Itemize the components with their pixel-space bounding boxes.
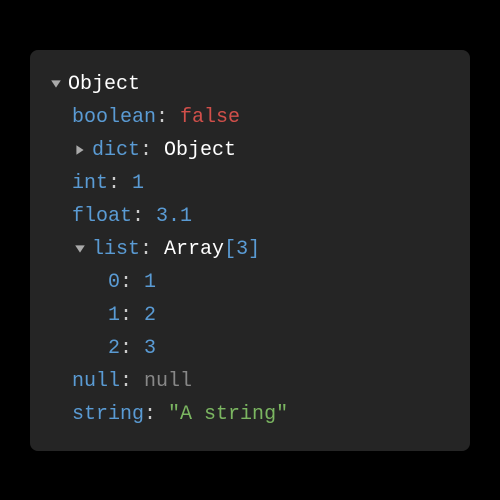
object-value: Object: [164, 134, 236, 167]
array-length: 3: [236, 233, 248, 266]
number-value: 2: [144, 299, 156, 332]
colon: :: [140, 134, 152, 167]
dict-row[interactable]: dict: Object: [48, 134, 448, 167]
chevron-down-icon[interactable]: [48, 78, 64, 90]
chevron-right-icon[interactable]: [72, 144, 88, 156]
boolean-row[interactable]: boolean: false: [48, 101, 448, 134]
property-key: dict: [92, 134, 140, 167]
property-key: string: [72, 398, 144, 431]
number-value: 1: [144, 266, 156, 299]
space: [168, 101, 180, 134]
list-item[interactable]: 2: 3: [48, 332, 448, 365]
colon: :: [140, 233, 152, 266]
space: [132, 299, 144, 332]
colon: :: [144, 398, 156, 431]
colon: :: [108, 167, 120, 200]
number-value: 3.1: [156, 200, 192, 233]
boolean-value: false: [180, 101, 240, 134]
property-key: list: [92, 233, 140, 266]
number-value: 1: [132, 167, 144, 200]
space: [156, 398, 168, 431]
colon: :: [120, 332, 132, 365]
space: [152, 134, 164, 167]
space: [132, 266, 144, 299]
json-viewer: Object boolean: false dict: Object int: …: [30, 50, 470, 451]
chevron-down-icon[interactable]: [72, 243, 88, 255]
int-row[interactable]: int: 1: [48, 167, 448, 200]
array-index: 1: [108, 299, 120, 332]
space: [152, 233, 164, 266]
colon: :: [132, 200, 144, 233]
space: [132, 332, 144, 365]
float-row[interactable]: float: 3.1: [48, 200, 448, 233]
colon: :: [120, 299, 132, 332]
colon: :: [120, 266, 132, 299]
root-row[interactable]: Object: [48, 68, 448, 101]
colon: :: [156, 101, 168, 134]
space: [132, 365, 144, 398]
property-key: float: [72, 200, 132, 233]
number-value: 3: [144, 332, 156, 365]
string-value: "A string": [168, 398, 288, 431]
close-bracket: ]: [248, 233, 260, 266]
list-item[interactable]: 0: 1: [48, 266, 448, 299]
space: [144, 200, 156, 233]
null-row[interactable]: null: null: [48, 365, 448, 398]
root-label: Object: [68, 68, 140, 101]
property-key: null: [72, 365, 120, 398]
property-key: int: [72, 167, 108, 200]
open-bracket: [: [224, 233, 236, 266]
null-value: null: [144, 365, 192, 398]
string-row[interactable]: string: "A string": [48, 398, 448, 431]
array-index: 0: [108, 266, 120, 299]
array-index: 2: [108, 332, 120, 365]
array-label: Array: [164, 233, 224, 266]
list-item[interactable]: 1: 2: [48, 299, 448, 332]
space: [120, 167, 132, 200]
colon: :: [120, 365, 132, 398]
property-key: boolean: [72, 101, 156, 134]
list-row[interactable]: list: Array[3]: [48, 233, 448, 266]
